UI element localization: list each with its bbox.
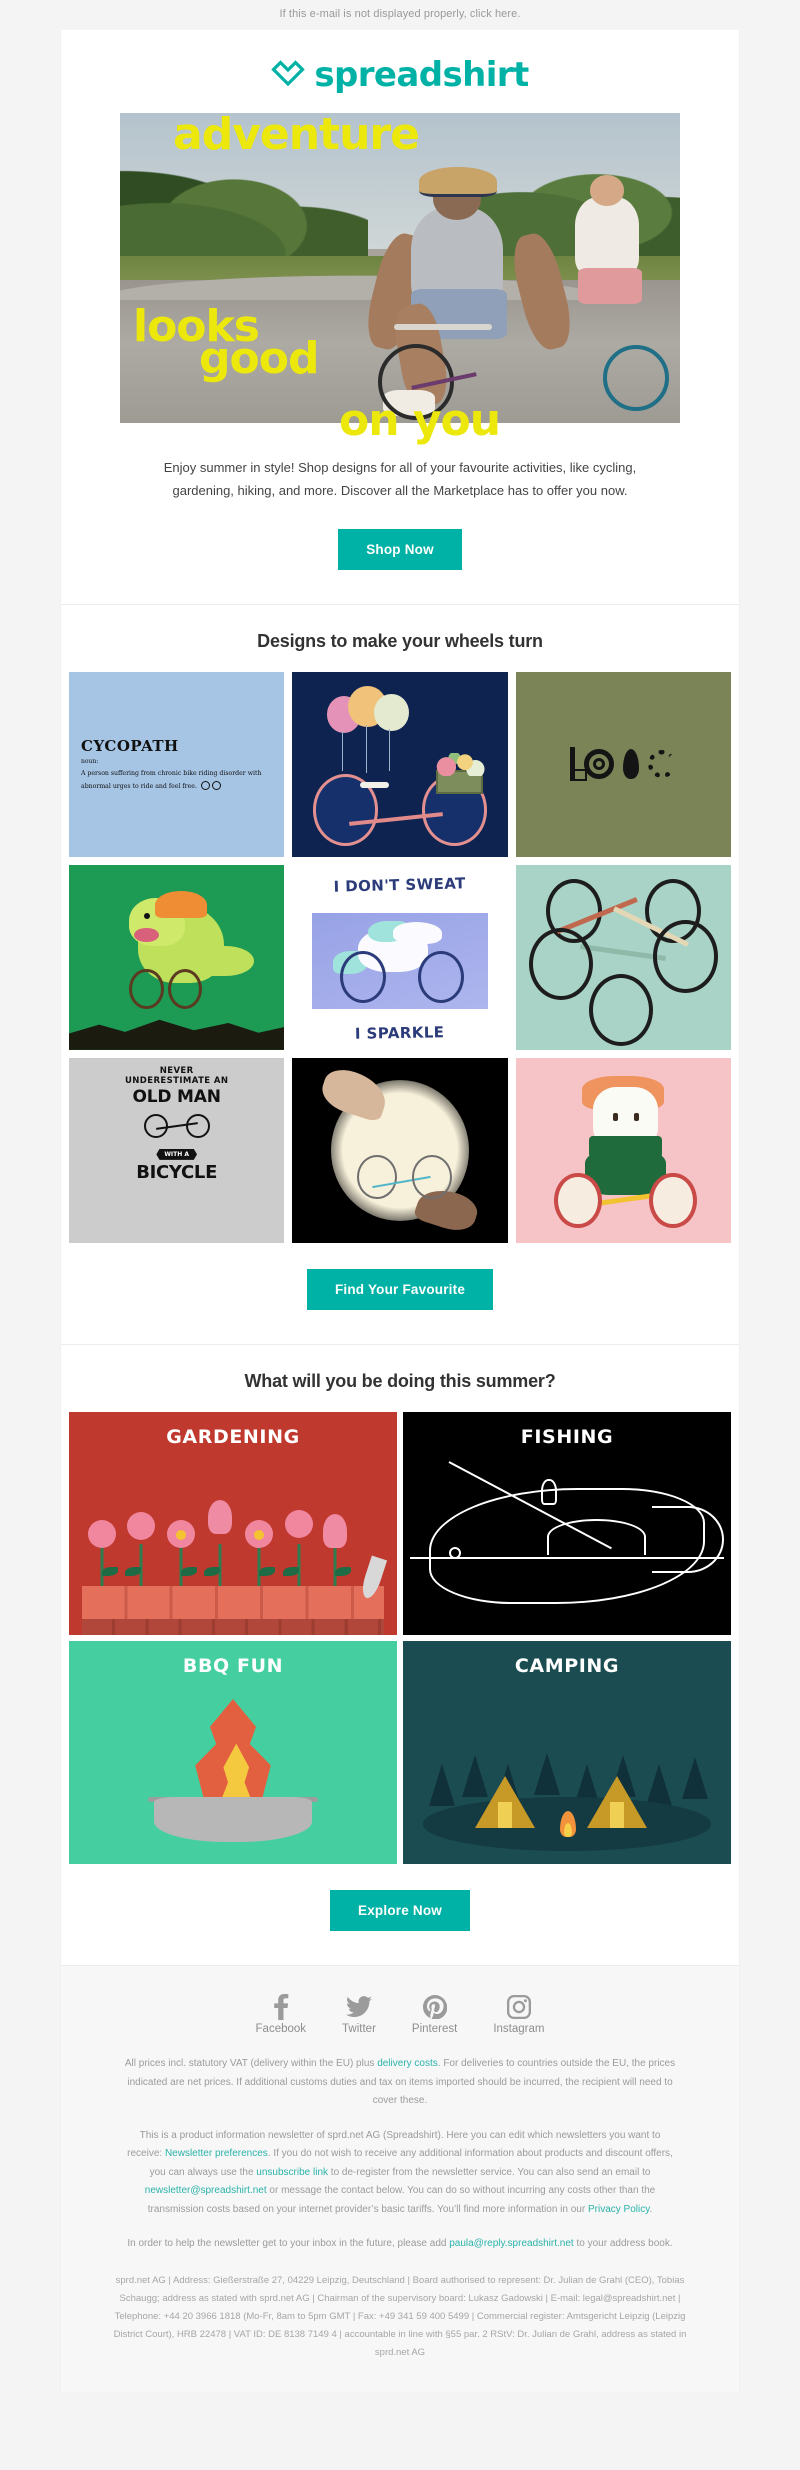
activity-tile-bbq-fun[interactable]: BBQ FUN: [69, 1641, 397, 1865]
activity-tile-fishing[interactable]: FISHING: [403, 1412, 731, 1636]
activity-tile-gardening[interactable]: GARDENING: [69, 1412, 397, 1636]
design-tile-dino-cyclist[interactable]: [69, 864, 285, 1050]
design-tile-sushi-cyclist[interactable]: [515, 1057, 731, 1244]
summer-cta-wrap: Explore Now: [61, 1864, 739, 1965]
vat-text-1: All prices incl. statutory VAT (delivery…: [124, 2058, 378, 2070]
social-label-pinterest: Pinterest: [411, 2023, 458, 2036]
hero-word-good: good: [199, 333, 319, 384]
social-link-pinterest[interactable]: Pinterest: [412, 1994, 457, 2035]
instagram-icon: [493, 1994, 544, 2020]
designs-cta-wrap: Find Your Favourite: [61, 1243, 739, 1344]
design-tile-bike-collage[interactable]: [515, 864, 731, 1050]
oldman-line-3: OLD MAN: [132, 1086, 221, 1107]
oldman-line-4: BICYCLE: [136, 1161, 218, 1183]
whitelist-text-1: In order to help the newsletter get to y…: [127, 2238, 450, 2250]
letter-o-chainring-icon: [584, 749, 615, 780]
activity-label-fishing: FISHING: [520, 1426, 614, 1449]
vat-disclaimer: All prices incl. statutory VAT (delivery…: [61, 2039, 739, 2111]
design-tile-balloon-bike[interactable]: [292, 671, 508, 857]
newsletter-disclaimer: This is a product information newsletter…: [61, 2111, 739, 2220]
hero-rider-background: [546, 175, 669, 355]
delivery-costs-link[interactable]: delivery costs: [377, 2058, 438, 2069]
twitter-icon: [342, 1994, 376, 2020]
email-body: spreadshirt adventure looks good on you …: [60, 30, 740, 2392]
social-links: Facebook Twitter Pinterest Instagram: [61, 1990, 739, 2039]
legal-imprint: sprd.net AG | Address: Gießerstraße 27, …: [113, 2274, 687, 2358]
activity-label-gardening: GARDENING: [166, 1426, 300, 1449]
spreadshirt-logo[interactable]: spreadshirt: [271, 55, 529, 95]
design-tile-cycopath[interactable]: CYCOPATH noun: A person suffering from c…: [69, 671, 285, 857]
explore-now-button[interactable]: Explore Now: [330, 1890, 470, 1932]
cycopath-pos: noun:: [81, 757, 99, 765]
design-tile-creation-of-bike[interactable]: [292, 1057, 508, 1244]
unicorn-line-1: I DON'T SWEAT: [333, 874, 467, 896]
designs-section-title: Designs to make your wheels turn: [257, 630, 543, 651]
summer-section-title: What will you be doing this summer?: [244, 1371, 556, 1392]
letter-l-seatpost-icon: [570, 747, 588, 782]
love-lettering: [570, 747, 677, 782]
oldman-tag: WITH A: [156, 1148, 198, 1160]
social-label-facebook: Facebook: [255, 2023, 307, 2036]
hero-bike-wheel-secondary: [602, 344, 669, 411]
oldman-line-1: NEVER: [159, 1065, 194, 1076]
design-tile-unicorn-sparkle[interactable]: I DON'T SWEAT I SPARKLE: [292, 864, 508, 1050]
newsletter-preferences-link[interactable]: Newsletter preferences: [165, 2148, 268, 2159]
activity-label-camping: CAMPING: [514, 1655, 620, 1678]
hero-handlebar: [394, 324, 493, 330]
newsletter-email-link[interactable]: newsletter@spreadshirt.net: [145, 2185, 267, 2196]
spreadshirt-heart-icon: [271, 58, 306, 92]
pink-bicycle-illustration: [310, 749, 491, 846]
design-tile-love-bike-parts[interactable]: [515, 671, 731, 857]
design-tile-old-man-bicycle[interactable]: NEVER UNDERESTIMATE AN OLD MAN WITH A BI…: [69, 1057, 285, 1244]
social-label-twitter: Twitter: [342, 2023, 376, 2036]
privacy-policy-link[interactable]: Privacy Policy: [588, 2204, 650, 2215]
letter-v-saddle-icon: [623, 749, 640, 780]
letter-e-chain-icon: [648, 750, 677, 779]
brand-name: spreadshirt: [314, 55, 529, 95]
activity-label-bbq: BBQ FUN: [182, 1655, 284, 1678]
bicycle-icon: [143, 1112, 210, 1138]
unsubscribe-link[interactable]: unsubscribe link: [256, 2167, 328, 2178]
newsletter-text-3: to de-register from the newsletter servi…: [328, 2166, 651, 2178]
reply-address-link[interactable]: paula@reply.spreadshirt.net: [449, 2238, 573, 2249]
bicycle-silhouette: [356, 1136, 452, 1199]
facebook-icon: [256, 1994, 307, 2021]
summer-grid: GARDENING FISHING BBQ FUN CAMPING: [61, 1412, 739, 1865]
grill-icon: [154, 1797, 312, 1842]
social-link-twitter[interactable]: Twitter: [342, 1994, 376, 2035]
preheader-text[interactable]: If this e-mail is not displayed properly…: [0, 0, 800, 30]
mini-bicycle-icon: [200, 779, 221, 790]
designs-grid: CYCOPATH noun: A person suffering from c…: [61, 671, 739, 1244]
tent-icon: [475, 1776, 536, 1829]
social-link-instagram[interactable]: Instagram: [493, 1994, 544, 2035]
social-link-facebook[interactable]: Facebook: [255, 1994, 307, 2036]
whitelist-note: In order to help the newsletter get to y…: [61, 2219, 739, 2254]
hero-word-on-you: on you: [339, 395, 501, 446]
newsletter-text-5: .: [649, 2203, 653, 2215]
activity-tile-camping[interactable]: CAMPING: [403, 1641, 731, 1865]
find-your-favourite-button[interactable]: Find Your Favourite: [306, 1269, 494, 1311]
hero-banner: adventure looks good on you: [61, 107, 739, 442]
tent-icon-2: [586, 1776, 647, 1829]
unicorn-line-2: I SPARKLE: [355, 1023, 445, 1044]
whitelist-text-2: to your address book.: [573, 2238, 673, 2250]
footer: Facebook Twitter Pinterest Instagram All…: [61, 1966, 739, 2392]
brand-header: spreadshirt: [61, 30, 739, 107]
hand-icon: [317, 1063, 392, 1123]
pinterest-icon: [412, 1994, 457, 2020]
hero-cta-wrap: Shop Now: [61, 503, 739, 604]
cycopath-heading: CYCOPATH: [81, 736, 179, 755]
shop-now-button[interactable]: Shop Now: [338, 528, 462, 570]
cycopath-definition: A person suffering from chronic bike rid…: [81, 769, 262, 790]
hero-word-adventure: adventure: [173, 109, 420, 160]
unicorn-panel: [311, 912, 489, 1010]
oldman-line-2: UNDERESTIMATE AN: [124, 1075, 229, 1086]
social-label-instagram: Instagram: [493, 2023, 545, 2036]
